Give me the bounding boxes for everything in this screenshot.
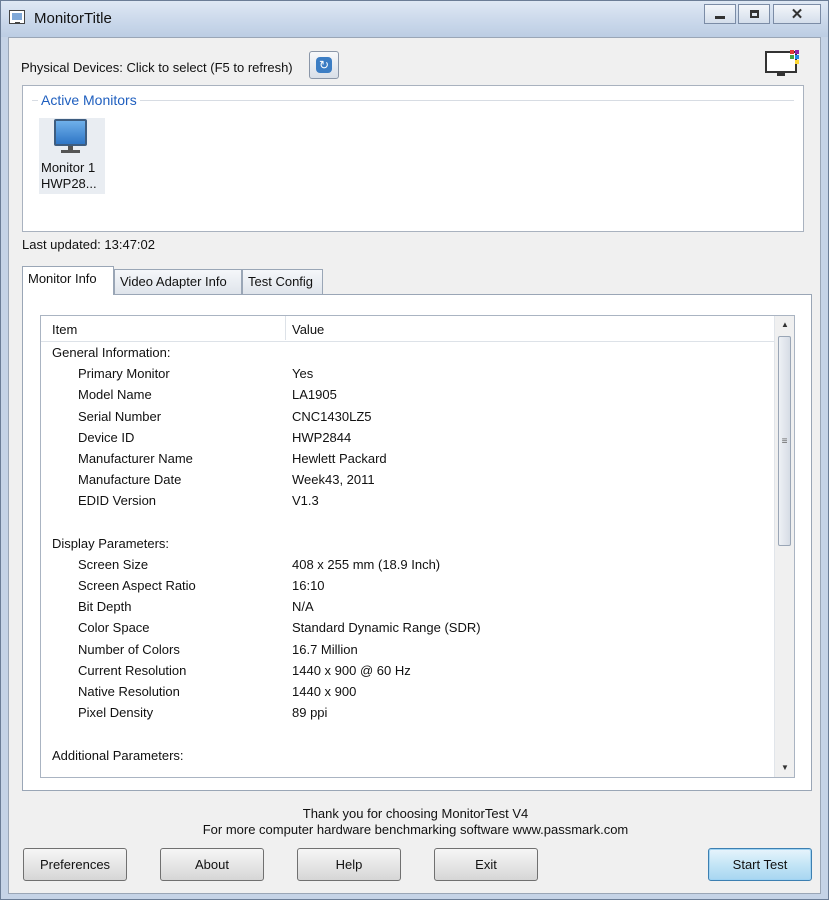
table-row[interactable]: EDID Version V1.3 — [41, 490, 774, 511]
table-row — [41, 723, 774, 744]
table-row[interactable]: Primary Monitor Yes — [41, 363, 774, 384]
table-row[interactable]: Screen Aspect Ratio 16:10 — [41, 575, 774, 596]
row-value: CNC1430LZ5 — [292, 408, 372, 424]
preferences-button[interactable]: Preferences — [23, 848, 127, 881]
list-rows: General Information: Primary Monitor Yes Mo… — [41, 342, 774, 766]
table-row[interactable]: Screen Size 408 x 255 mm (18.9 Inch) — [41, 554, 774, 575]
monitor-id: HWP28... — [41, 176, 97, 191]
list-header: Item Value — [41, 316, 774, 342]
exit-button[interactable]: Exit — [434, 848, 538, 881]
thanks-message: Thank you for choosing MonitorTest V4 — [302, 806, 529, 821]
row-item: Bit Depth — [78, 599, 132, 615]
table-row[interactable]: Pixel Density 89 ppi — [41, 702, 774, 723]
row-value: Yes — [292, 366, 314, 382]
monitor-base — [61, 150, 80, 153]
monitor-label: Monitor 1 HWP28... — [41, 160, 97, 192]
row-value: 1440 x 900 @ 60 Hz — [292, 662, 411, 678]
minimize-button[interactable] — [704, 4, 736, 24]
row-value: HWP2844 — [292, 429, 352, 445]
scroll-up-arrow-icon[interactable]: ▲ — [775, 316, 794, 334]
monitor-icon — [54, 119, 87, 146]
row-item: Primary Monitor — [78, 366, 170, 382]
row-item: Current Resolution — [78, 662, 187, 678]
monitor-info-panel: Item Value General Information: Primary M… — [22, 294, 812, 791]
row-item: Model Name — [78, 387, 152, 403]
monitortest-logo-icon — [765, 50, 799, 76]
row-item: Screen Size — [78, 556, 149, 572]
scrollbar-thumb[interactable]: ≡ — [778, 336, 791, 546]
scroll-down-arrow-icon[interactable]: ▼ — [775, 759, 794, 777]
maximize-button[interactable] — [738, 4, 770, 24]
table-row[interactable]: Device ID HWP2844 — [41, 427, 774, 448]
table-row[interactable]: Bit Depth N/A — [41, 596, 774, 617]
table-row — [41, 512, 774, 533]
row-value: Standard Dynamic Range (SDR) — [292, 620, 481, 636]
table-row[interactable]: Native Resolution 1440 x 900 — [41, 681, 774, 702]
passmark-link-text: For more computer hardware benchmarking … — [202, 822, 629, 837]
about-button[interactable]: About — [160, 848, 264, 881]
app-window: MonitorTitle ✕ Physical Devices: Click t… — [0, 0, 829, 900]
table-row[interactable]: Color Space Standard Dynamic Range (SDR) — [41, 617, 774, 638]
minimize-icon — [715, 15, 725, 19]
column-header-value[interactable]: Value — [292, 322, 324, 337]
close-icon: ✕ — [790, 6, 804, 23]
monitor-item[interactable]: Monitor 1 HWP28... — [39, 118, 105, 194]
row-value: 1440 x 900 — [292, 684, 357, 699]
active-monitors-panel: Active Monitors Monitor 1 HWP28... — [22, 85, 804, 232]
row-item: Manufacture Date — [78, 472, 182, 488]
column-separator — [285, 316, 286, 340]
table-group-header[interactable]: Additional Parameters: — [41, 745, 774, 766]
table-row[interactable]: Manufacturer Name Hewlett Packard — [41, 448, 774, 469]
table-row[interactable]: Current Resolution 1440 x 900 @ 60 Hz — [41, 660, 774, 681]
tab-monitor-info[interactable]: Monitor Info — [22, 266, 114, 295]
help-button[interactable]: Help — [297, 848, 401, 881]
row-item: Color Space — [78, 620, 150, 636]
table-row[interactable]: Number of Colors 16.7 Million — [41, 639, 774, 660]
last-updated-text: Last updated: 13:47:02 — [22, 237, 156, 252]
row-value: Hewlett Packard — [292, 450, 387, 466]
row-value: 408 x 255 mm (18.9 Inch) — [292, 556, 441, 572]
monitor-name: Monitor 1 — [41, 160, 96, 175]
row-value: 16:10 — [292, 578, 325, 594]
table-group-header[interactable]: Display Parameters: — [41, 533, 774, 554]
vertical-scrollbar[interactable]: ▲ ≡ ▼ — [774, 316, 794, 777]
row-item: Display Parameters: — [52, 535, 170, 551]
active-monitors-label: Active Monitors — [38, 92, 140, 108]
row-value: N/A — [292, 599, 314, 615]
row-item: Number of Colors — [78, 641, 180, 657]
tab-video-adapter-info[interactable]: Video Adapter Info — [114, 269, 242, 294]
monitor-info-list[interactable]: Item Value General Information: Primary M… — [40, 315, 795, 778]
row-value: V1.3 — [292, 493, 319, 509]
app-icon — [9, 10, 25, 24]
physical-devices-label: Physical Devices: Click to select (F5 to… — [21, 60, 293, 75]
row-item: General Information: — [52, 345, 171, 360]
table-group-header[interactable]: General Information: — [41, 342, 774, 363]
refresh-button[interactable]: ↻ — [309, 51, 339, 79]
tab-test-config[interactable]: Test Config — [242, 269, 323, 294]
row-item: Manufacturer Name — [78, 450, 193, 466]
table-row[interactable]: Serial Number CNC1430LZ5 — [41, 406, 774, 427]
main-panel: Physical Devices: Click to select (F5 to… — [8, 37, 821, 894]
maximize-icon — [749, 10, 759, 18]
row-value: Week43, 2011 — [292, 472, 375, 488]
row-item: Serial Number — [78, 408, 162, 424]
table-row[interactable]: Model Name LA1905 — [41, 384, 774, 405]
row-item: Screen Aspect Ratio — [78, 578, 196, 594]
table-row[interactable]: Manufacture Date Week43, 2011 — [41, 469, 774, 490]
row-item: EDID Version — [78, 493, 157, 509]
group-frame — [32, 100, 794, 101]
title-bar[interactable]: MonitorTitle ✕ — [1, 1, 828, 37]
refresh-icon: ↻ — [316, 57, 332, 73]
close-button[interactable]: ✕ — [773, 4, 821, 24]
row-item: Device ID — [78, 429, 135, 445]
row-value: 16.7 Million — [292, 641, 358, 657]
row-value: 89 ppi — [292, 705, 328, 721]
window-title: MonitorTitle — [34, 10, 112, 27]
row-item: Native Resolution — [78, 684, 180, 699]
start-test-button[interactable]: Start Test — [708, 848, 812, 881]
row-item: Pixel Density — [78, 705, 154, 721]
row-value: LA1905 — [292, 387, 337, 403]
column-header-item[interactable]: Item — [52, 322, 77, 337]
row-item: Additional Parameters: — [52, 747, 184, 763]
